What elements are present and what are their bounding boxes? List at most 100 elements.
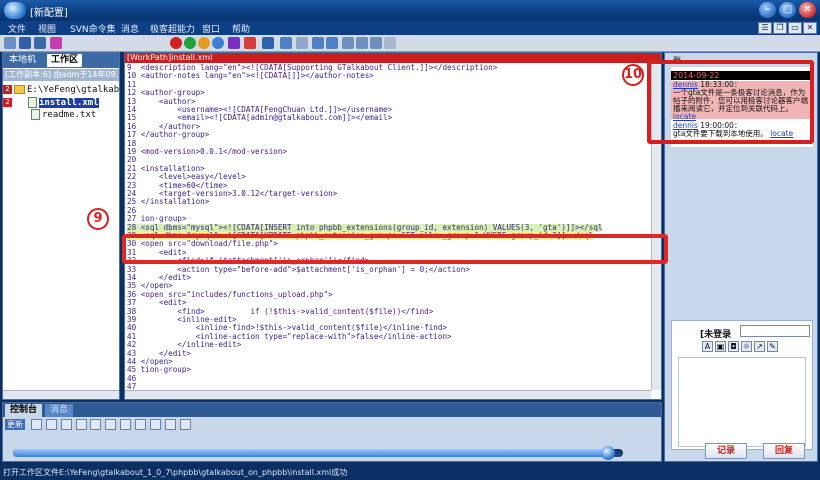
left-horizontal-scrollbar[interactable] [3, 390, 119, 399]
tool-icon[interactable] [105, 419, 117, 430]
tool-icon[interactable] [90, 419, 102, 430]
tree-item-install-xml[interactable]: 2 install.xml [3, 97, 99, 109]
change-count-badge: 2 [3, 85, 12, 94]
filter-icon[interactable] [50, 37, 62, 49]
mdi-menu-icon[interactable]: ☰ [758, 22, 772, 34]
progress-fill [13, 449, 611, 457]
link-icon[interactable]: ↗ [754, 341, 765, 352]
code-line[interactable]: 25 </installation> [127, 198, 209, 206]
separator-icon[interactable] [296, 37, 308, 49]
mdi-restore-icon[interactable]: ❐ [773, 22, 787, 34]
app-logo-icon [4, 2, 26, 19]
menu-window[interactable]: 窗口 [202, 22, 220, 35]
left-tab-strip: 本地机 工作区 [3, 53, 119, 68]
tab-messages[interactable]: 消息 [45, 404, 74, 417]
flag-icon[interactable] [149, 419, 161, 430]
open-folder-icon[interactable] [4, 37, 16, 49]
window-title: [新配置] [30, 8, 68, 19]
menu-bar: 文件 视图 SVN命令集 消息 极客超能力 窗口 帮助 ☰ ❐ ▭ ✕ [0, 21, 820, 35]
format-toolbar: A ▣ ◘ ☼ ↗ ✎ [702, 341, 780, 353]
menu-view[interactable]: 视图 [38, 22, 56, 35]
status-bar: 打开工作区文件E:\YeFeng\gtalkabout_1_0_7\phpbb\… [0, 466, 820, 480]
annotation-box-10 [647, 60, 814, 144]
record-icon[interactable] [228, 37, 240, 49]
copy-icon[interactable] [370, 37, 382, 49]
up-arrow-icon[interactable] [280, 37, 292, 49]
console-panel: 控制台 消息 更新 [2, 402, 662, 462]
refresh-icon[interactable] [198, 37, 210, 49]
text-file-icon [31, 109, 40, 120]
tree-item-readme[interactable]: readme.txt [3, 109, 96, 121]
code-line[interactable]: 17 </author-group> [127, 131, 209, 139]
xml-file-icon [28, 97, 37, 108]
code-line[interactable]: 27 ion-group> [127, 215, 186, 223]
code-area[interactable]: 9 <description lang="en"><![CDATA[Suppor… [125, 64, 651, 390]
editor-horizontal-scrollbar[interactable] [125, 390, 651, 399]
code-line[interactable]: 12 <author-group> [127, 89, 205, 97]
flag-icon[interactable] [164, 419, 176, 430]
wrap-icon[interactable] [356, 37, 368, 49]
annotation-marker-10: 10 [622, 64, 644, 86]
save-icon[interactable] [19, 37, 31, 49]
code-line[interactable]: 10 <author-notes lang="en"><![CDATA[]]><… [127, 72, 374, 80]
progress-track [13, 446, 623, 460]
close-button[interactable]: ✕ [799, 2, 816, 18]
login-status: [未登录 [700, 330, 732, 340]
search-icon[interactable] [120, 419, 132, 430]
tool-icon[interactable] [75, 419, 87, 430]
mdi-minimize-icon[interactable]: ▭ [788, 22, 802, 34]
code-line[interactable]: 47 [127, 383, 136, 390]
menu-messages[interactable]: 消息 [121, 22, 139, 35]
outdent-icon[interactable] [342, 37, 354, 49]
tree-item-label: E:\YeFeng\gtalkab [27, 85, 120, 95]
compose-card: [未登录 A ▣ ◘ ☼ ↗ ✎ [671, 320, 813, 450]
emoji-icon[interactable]: ☼ [741, 341, 752, 352]
annotation-marker-9: 9 [87, 208, 109, 230]
down-arrow-icon[interactable] [312, 37, 324, 49]
tool-icon[interactable] [30, 419, 42, 430]
record-button[interactable]: 记录 [705, 443, 747, 459]
toolbar [0, 35, 820, 52]
tool-icon[interactable] [60, 419, 72, 430]
menu-file[interactable]: 文件 [8, 22, 26, 35]
workspace-path: [工作副本:6] 由adm于14年09... [3, 69, 119, 81]
annotation-box-9 [122, 234, 668, 264]
reply-button[interactable]: 回复 [763, 443, 805, 459]
code-line[interactable]: 45 tion-group> [127, 366, 191, 374]
code-line[interactable]: 42 </inline-edit> [127, 341, 241, 349]
message-input[interactable] [678, 357, 806, 447]
mdi-close-icon[interactable]: ✕ [803, 22, 817, 34]
minimize-button[interactable]: – [759, 2, 776, 18]
login-input[interactable] [740, 325, 810, 337]
tab-workspace[interactable]: 工作区 [47, 54, 83, 67]
menu-geek[interactable]: 极客超能力 [150, 22, 195, 35]
undo-icon[interactable] [384, 37, 396, 49]
menu-help[interactable]: 帮助 [232, 22, 250, 35]
tree-item-root[interactable]: 2 E:\YeFeng\gtalkab [3, 84, 119, 96]
indent-icon[interactable] [326, 37, 338, 49]
menu-svn[interactable]: SVN命令集 [70, 22, 116, 35]
bookmark-icon[interactable] [244, 37, 256, 49]
tab-local[interactable]: 本地机 [5, 54, 40, 67]
update-button[interactable]: 更新 [5, 419, 25, 430]
pen-icon[interactable]: ✎ [767, 341, 778, 352]
info-icon[interactable] [212, 37, 224, 49]
progress-knob[interactable] [600, 446, 615, 460]
settings-icon[interactable] [179, 419, 191, 430]
font-icon[interactable]: A [702, 341, 713, 352]
image-icon[interactable]: ▣ [715, 341, 726, 352]
code-line[interactable]: 19 <mod-version>0.0.1</mod-version> [127, 148, 287, 156]
run-icon[interactable] [184, 37, 196, 49]
tab-console[interactable]: 控制台 [5, 404, 43, 417]
screenshot-icon[interactable]: ◘ [728, 341, 739, 352]
code-line[interactable]: 22 <level>easy</level> [127, 173, 246, 181]
list-icon[interactable] [262, 37, 274, 49]
code-line[interactable]: 37 <edit> [127, 299, 186, 307]
monitor-icon[interactable] [34, 37, 46, 49]
tree-item-label: install.xml [39, 98, 99, 108]
maximize-button[interactable]: □ [779, 2, 796, 18]
search-icon[interactable] [135, 419, 146, 430]
stop-icon[interactable] [170, 37, 182, 49]
change-count-badge: 2 [3, 98, 12, 107]
tool-icon[interactable] [45, 419, 57, 430]
